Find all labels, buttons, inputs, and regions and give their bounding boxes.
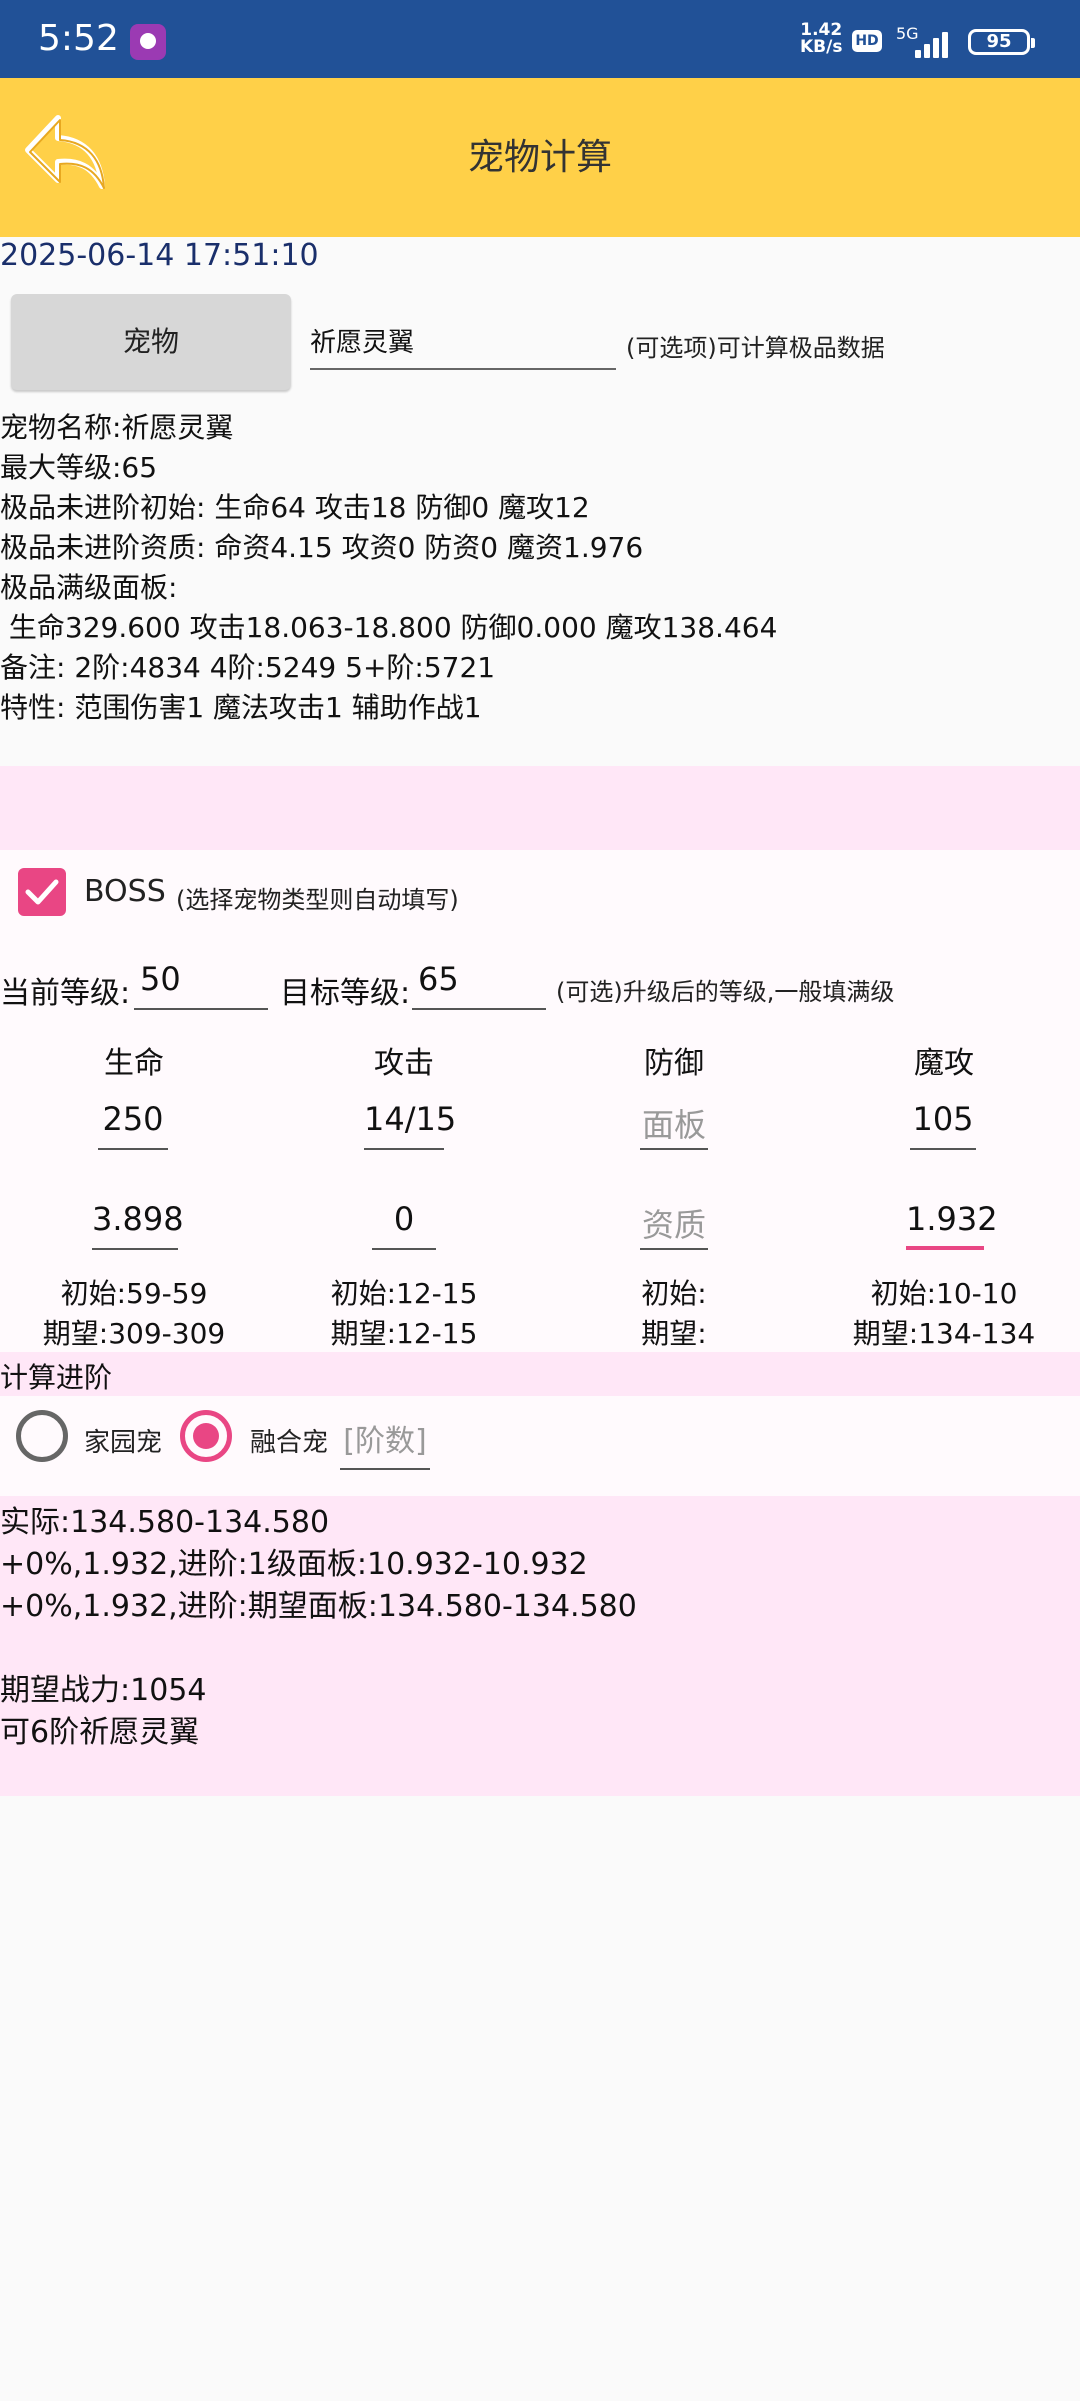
radio-fusion-pet[interactable] [180,1410,232,1462]
info-line: 生命329.600 攻击18.063-18.800 防御0.000 魔攻138.… [0,611,778,644]
signal-icon [915,30,955,58]
divider-band [0,766,1080,850]
notification-app-icon [130,24,166,60]
advance-label: 计算进阶 [0,1361,113,1394]
attack-aptitude-input[interactable]: 0 [372,1200,436,1250]
result-line: 实际:134.580-134.580 [0,1505,330,1540]
info-line: 极品未进阶资质: 命资4.15 攻资0 防资0 魔资1.976 [0,531,644,564]
boss-label[interactable]: BOSS [84,874,166,909]
network-speed-unit: KB/s [800,37,843,57]
info-line: 宠物名称:祈愿灵翼 [0,411,234,444]
result-line: +0%,1.932,进阶:1级面板:10.932-10.932 [0,1547,588,1582]
current-level-input[interactable]: 50 [134,960,268,1010]
battery-icon: 95 [968,29,1035,55]
radio-fusion-pet-label[interactable]: 融合宠 [250,1422,328,1459]
hp-expected: 期望:309-309 [42,1317,226,1350]
magic-initial: 初始:10-10 [870,1277,1018,1310]
defense-panel-input[interactable]: 面板 [640,1100,708,1150]
boss-checkbox[interactable] [18,868,66,916]
info-line: 特性: 范围伤害1 魔法攻击1 辅助作战1 [0,691,482,724]
result-line: 可6阶祈愿灵翼 [0,1715,200,1750]
result-line: +0%,1.932,进阶:期望面板:134.580-134.580 [0,1589,637,1624]
stage-input[interactable]: [阶数] [340,1416,430,1470]
defense-initial: 初始: [641,1277,707,1310]
advance-band [0,1352,1080,1396]
result-lines: 实际:134.580-134.580 +0%,1.932,进阶:1级面板:10.… [0,1502,637,1754]
attack-panel-input[interactable]: 14/15 [364,1100,456,1150]
status-time: 5:52 [38,18,119,59]
magic-aptitude-input[interactable]: 1.932 [906,1200,998,1250]
target-level-hint: (可选)升级后的等级,一般填满级 [556,978,895,1006]
hp-aptitude-input[interactable]: 3.898 [92,1200,184,1250]
pet-info-block: 宠物名称:祈愿灵翼 最大等级:65 极品未进阶初始: 生命64 攻击18 防御0… [0,408,777,728]
radio-home-pet-label[interactable]: 家园宠 [84,1422,162,1459]
pet-select-hint: (可选项)可计算极品数据 [626,334,885,362]
hd-icon: HD [852,30,882,52]
back-arrow-icon[interactable] [20,108,110,198]
timestamp: 2025-06-14 17:51:10 [0,238,319,273]
app-header: 宠物计算 [0,78,1080,237]
check-icon [25,879,59,905]
defense-expected: 期望: [641,1317,707,1350]
defense-aptitude-input[interactable]: 资质 [640,1200,708,1250]
pet-name-input[interactable]: 祈愿灵翼 [310,322,616,370]
status-bar: 5:52 1.42 KB/s HD 5G 95 [0,0,1080,78]
radio-home-pet[interactable] [16,1410,68,1462]
boss-hint: (选择宠物类型则自动填写) [176,886,459,914]
attack-expected: 期望:12-15 [330,1317,478,1350]
magic-expected: 期望:134-134 [852,1317,1036,1350]
result-line [0,1628,637,1670]
current-level-label: 当前等级: [0,976,131,1011]
page-title: 宠物计算 [467,137,612,178]
hp-panel-input[interactable]: 250 [98,1100,168,1150]
result-line: 期望战力:1054 [0,1673,207,1708]
hp-initial: 初始:59-59 [60,1277,208,1310]
info-line: 极品未进阶初始: 生命64 攻击18 防御0 魔攻12 [0,491,590,524]
stat-header-defense: 防御 [644,1046,704,1081]
info-line: 极品满级面板: [0,571,178,604]
network-speed: 1.42 KB/s [800,22,842,56]
info-line: 备注: 2阶:4834 4阶:5249 5+阶:5721 [0,651,496,684]
target-level-label: 目标等级: [280,976,411,1011]
pet-select-button[interactable]: 宠物 [11,294,291,390]
stat-header-hp: 生命 [104,1046,164,1081]
info-line: 最大等级:65 [0,451,158,484]
stat-header-magic: 魔攻 [914,1046,974,1081]
target-level-input[interactable]: 65 [412,960,546,1010]
attack-initial: 初始:12-15 [330,1277,478,1310]
stat-header-attack: 攻击 [374,1046,434,1081]
magic-panel-input[interactable]: 105 [910,1100,976,1150]
